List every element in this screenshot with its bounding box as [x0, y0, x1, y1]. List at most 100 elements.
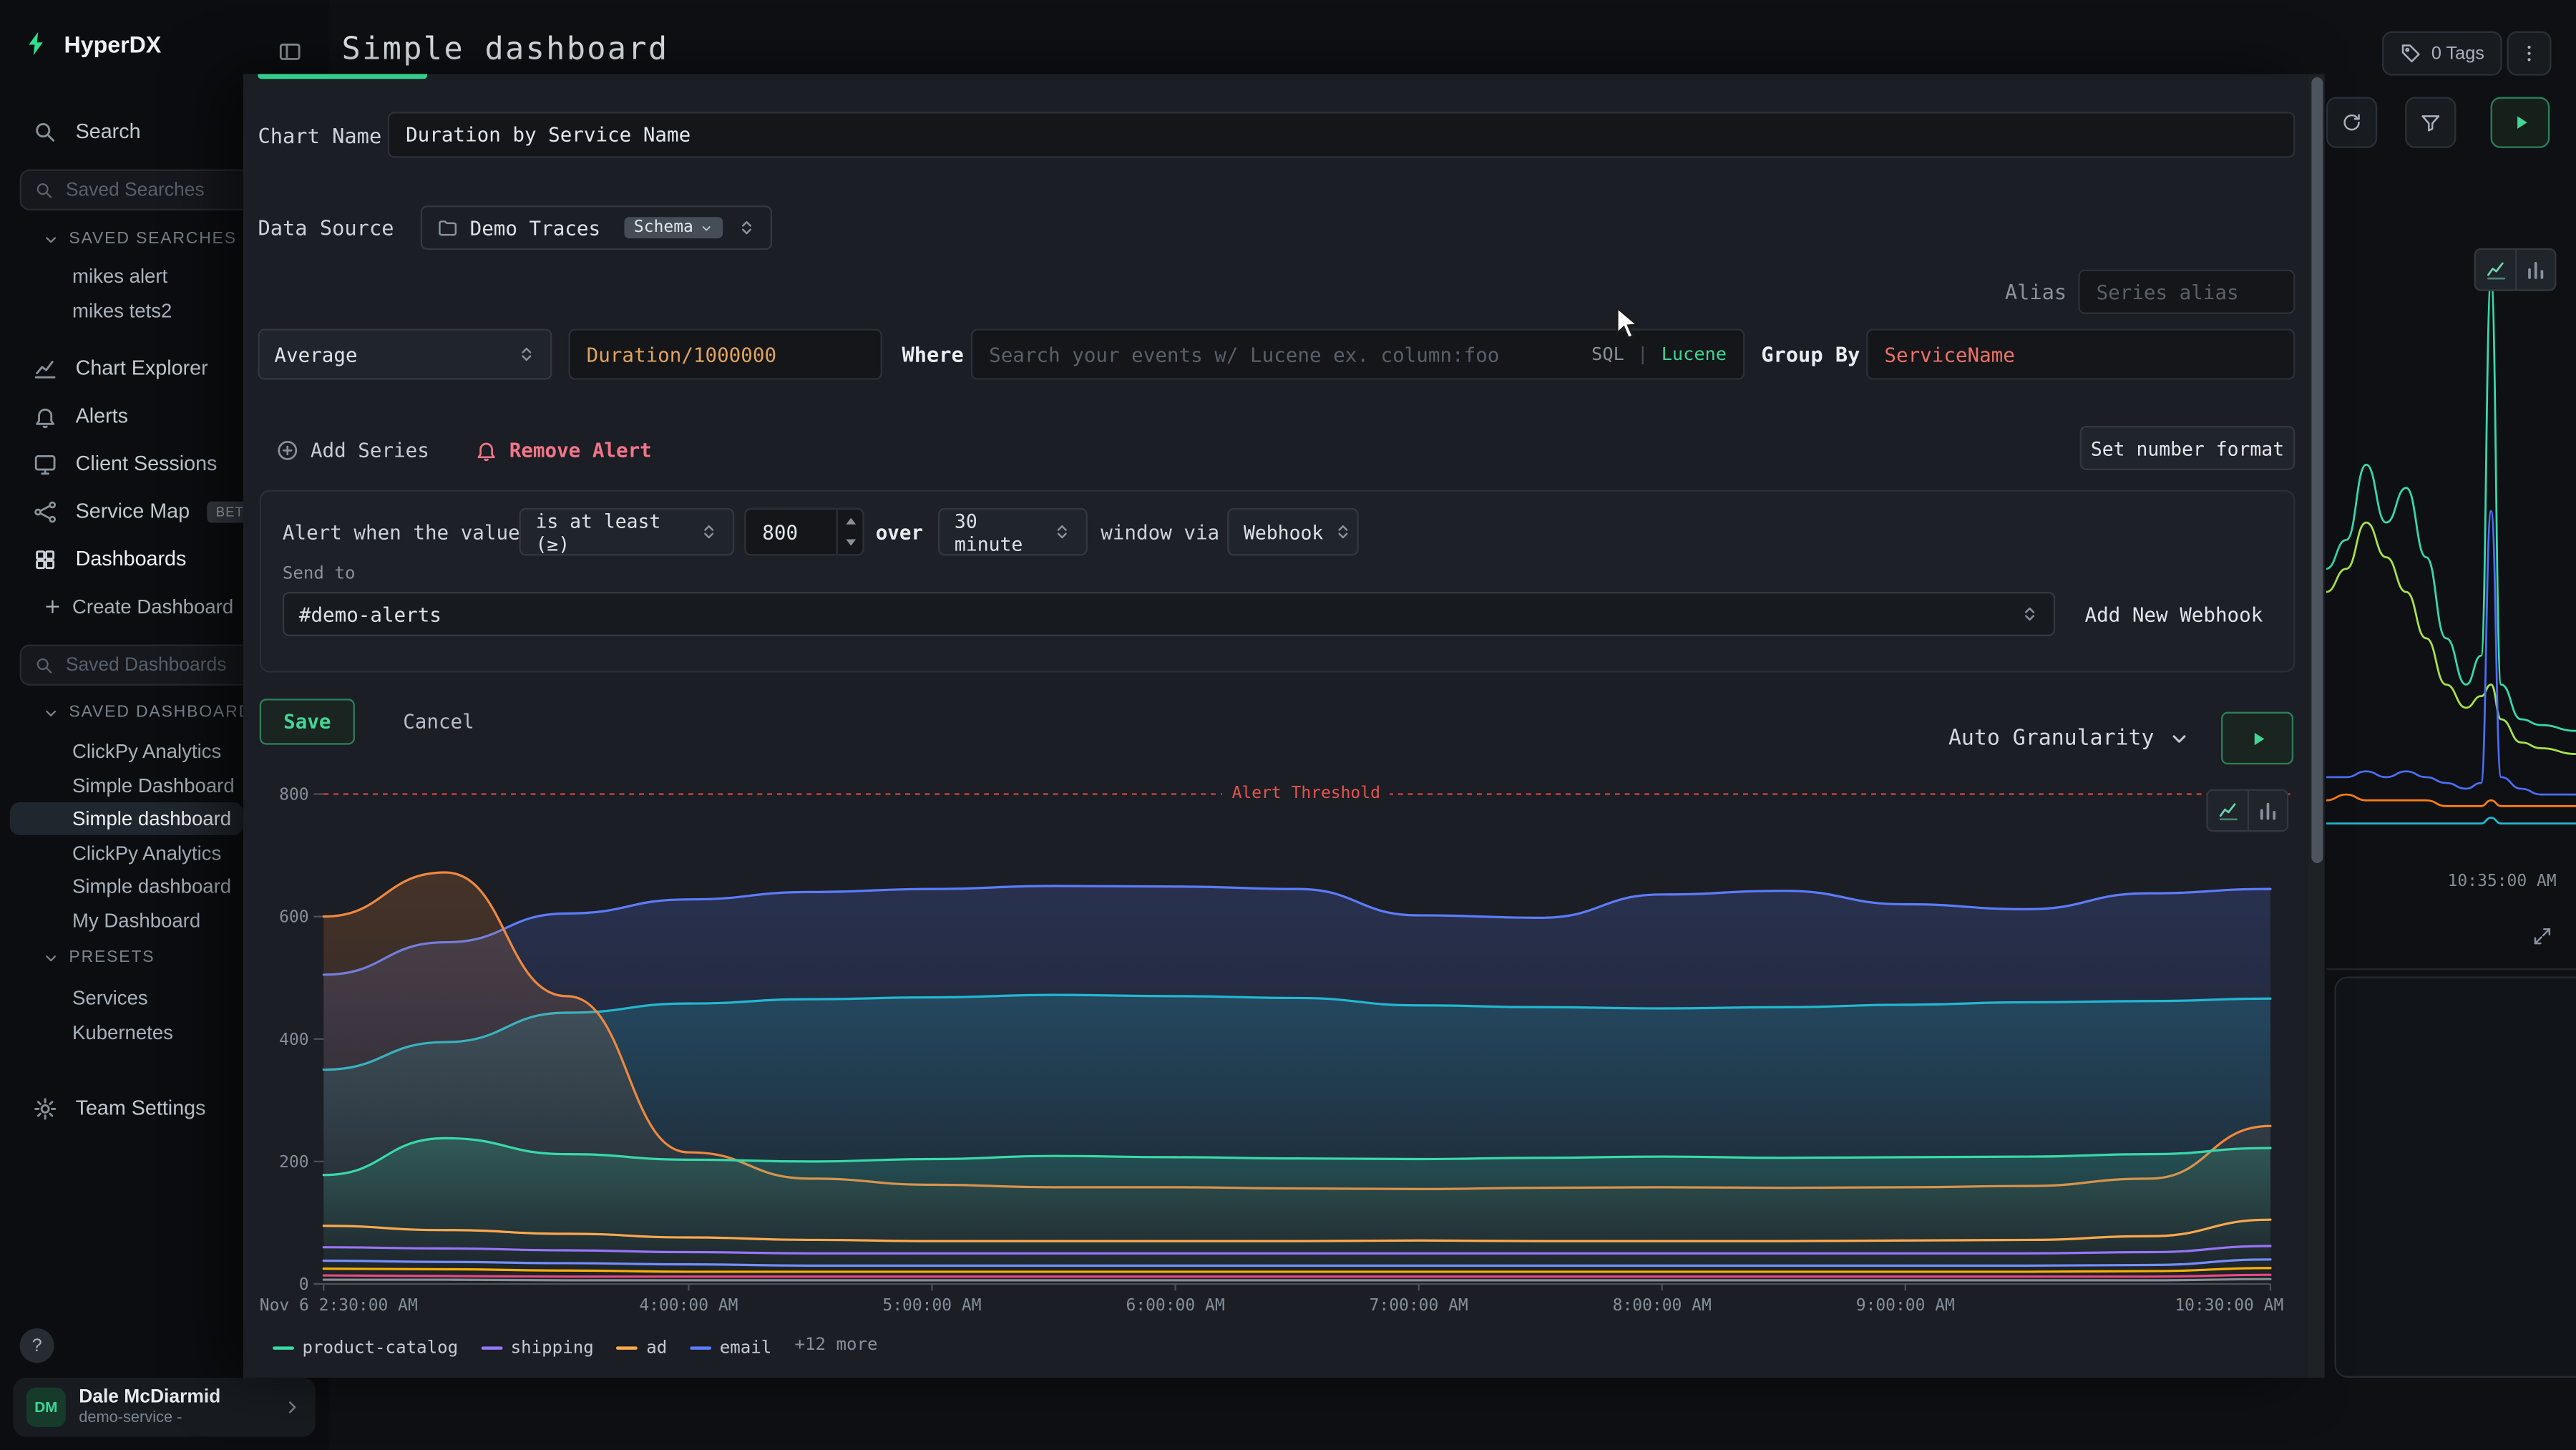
saved-searches-section-header[interactable]: SAVED SEARCHES: [43, 230, 237, 248]
user-name: Dale McDiarmid: [79, 1386, 220, 1409]
dashboard-list-item[interactable]: Simple dashboard: [72, 870, 231, 902]
line-view-button[interactable]: [2476, 250, 2515, 289]
field-expression[interactable]: Duration/1000000: [568, 329, 882, 379]
sql-mode-toggle[interactable]: SQL: [1591, 344, 1624, 365]
item-label: mikes alert: [72, 265, 167, 288]
bar-view-button[interactable]: [2248, 791, 2287, 830]
tags-button[interactable]: 0 Tags: [2382, 31, 2502, 76]
expand-panel-button[interactable]: [2532, 925, 2553, 947]
preset-item[interactable]: Services: [72, 981, 148, 1014]
caret-up-icon: [845, 517, 855, 524]
add-new-webhook-button[interactable]: Add New Webhook: [2084, 592, 2263, 636]
alias-field[interactable]: [2078, 270, 2295, 314]
scrollbar-thumb[interactable]: [2311, 77, 2322, 863]
panel-divider: [2326, 968, 2576, 970]
panel-toggle-icon: [277, 39, 301, 63]
data-source-select[interactable]: Demo Traces Schema: [421, 205, 772, 250]
legend-item[interactable]: email: [690, 1338, 771, 1358]
chart-name-input[interactable]: [406, 123, 2277, 146]
select-chevrons-icon: [1335, 522, 1352, 540]
dashboard-list-item[interactable]: Simple Dashboard: [72, 769, 235, 802]
avatar: DM: [26, 1388, 66, 1427]
where-search-input[interactable]: [989, 343, 1579, 366]
window-via-label: window via: [1101, 508, 1219, 556]
presets-section-header[interactable]: PRESETS: [43, 948, 155, 966]
chevron-down-icon: [43, 950, 59, 966]
run-chart-button[interactable]: [2221, 712, 2293, 765]
sidebar-item-label: Dashboards: [76, 548, 187, 570]
brand[interactable]: HyperDX: [23, 29, 161, 57]
saved-search-item[interactable]: mikes alert: [72, 260, 167, 293]
expand-icon: [2532, 925, 2553, 947]
legend-item[interactable]: product-catalog: [273, 1338, 458, 1358]
play-icon: [2247, 727, 2268, 749]
svg-text:7:00:00 AM: 7:00:00 AM: [1370, 1296, 1468, 1315]
sidebar-item-label: Search: [76, 120, 141, 143]
schema-badge[interactable]: Schema: [624, 217, 723, 238]
chart-name-field[interactable]: [388, 112, 2296, 157]
sidebar-item-label: Alerts: [76, 404, 128, 427]
alert-channel-select[interactable]: Webhook: [1227, 508, 1359, 556]
svg-text:600: 600: [279, 908, 308, 927]
dashboard-list-item-active[interactable]: Simple dashboard: [10, 802, 243, 835]
lucene-mode-toggle[interactable]: Lucene: [1662, 344, 1727, 365]
refresh-button[interactable]: [2326, 97, 2377, 148]
edit-chart-drawer: Chart Name Data Source Demo Traces Schem…: [243, 74, 2308, 1378]
legend-item[interactable]: +12 more: [794, 1335, 877, 1355]
over-label: over: [876, 508, 923, 556]
alert-condition-select[interactable]: is at least (≥): [519, 508, 735, 556]
legend-item[interactable]: shipping: [481, 1338, 593, 1358]
save-button[interactable]: Save: [260, 699, 355, 744]
plus-icon: [43, 597, 63, 617]
folder-icon: [437, 217, 459, 238]
alert-window-select[interactable]: 30 minute: [938, 508, 1088, 556]
aggregation-select[interactable]: Average: [258, 329, 552, 379]
alert-threshold-field[interactable]: [744, 508, 864, 556]
dashboard-list-item[interactable]: ClickPy Analytics: [72, 837, 221, 870]
bar-view-button[interactable]: [2515, 250, 2555, 289]
line-chart-icon: [2485, 259, 2507, 281]
number-stepper: [836, 510, 863, 554]
more-menu-button[interactable]: [2507, 31, 2552, 76]
button-label: Add Series: [311, 439, 429, 462]
preset-item[interactable]: Kubernetes: [72, 1016, 173, 1049]
tags-label: 0 Tags: [2431, 44, 2484, 64]
add-series-button[interactable]: Add Series: [276, 431, 429, 470]
group-by-value: ServiceName: [1884, 343, 2014, 366]
granularity-select[interactable]: Auto Granularity: [1933, 712, 2205, 765]
where-search-field[interactable]: SQL | Lucene: [971, 329, 1745, 379]
hyperdx-logo-icon: [23, 29, 51, 57]
chevron-down-icon: [2169, 727, 2190, 749]
webhook-select[interactable]: #demo-alerts: [283, 592, 2055, 636]
increment-button[interactable]: [838, 510, 862, 532]
button-label: Cancel: [403, 710, 474, 733]
run-query-button[interactable]: [2491, 97, 2550, 148]
help-button[interactable]: ?: [20, 1328, 54, 1363]
dashboard-list-item[interactable]: My Dashboard: [72, 904, 200, 937]
cancel-button[interactable]: Cancel: [388, 699, 489, 744]
data-source-value: Demo Traces: [470, 216, 600, 239]
item-label: My Dashboard: [72, 909, 200, 932]
decrement-button[interactable]: [838, 532, 862, 554]
remove-alert-button[interactable]: Remove Alert: [475, 431, 652, 470]
saved-search-item[interactable]: mikes tets2: [72, 294, 172, 327]
tag-icon: [2400, 43, 2421, 64]
sidebar-toggle-button[interactable]: [270, 31, 309, 71]
legend-swatch: [690, 1346, 711, 1350]
legend-label: shipping: [511, 1338, 594, 1358]
svg-text:5:00:00 AM: 5:00:00 AM: [882, 1296, 981, 1315]
alias-input[interactable]: [2097, 281, 2278, 303]
user-menu[interactable]: DM Dale McDiarmid demo-service -: [13, 1378, 315, 1437]
alert-threshold-input[interactable]: [762, 520, 829, 543]
create-dashboard-button[interactable]: Create Dashboard: [43, 595, 233, 618]
dashboard-list-item[interactable]: ClickPy Analytics: [72, 735, 221, 768]
alias-label: Alias: [1994, 270, 2067, 314]
group-by-field[interactable]: ServiceName: [1866, 329, 2295, 379]
legend-item[interactable]: ad: [617, 1338, 667, 1358]
saved-dashboards-section-header[interactable]: SAVED DASHBOARDS: [43, 704, 264, 721]
select-chevrons-icon: [700, 522, 718, 540]
chevron-down-icon: [43, 231, 59, 248]
filter-button[interactable]: [2405, 97, 2456, 148]
set-number-format-button[interactable]: Set number format: [2080, 426, 2296, 470]
line-view-button[interactable]: [2208, 791, 2248, 830]
